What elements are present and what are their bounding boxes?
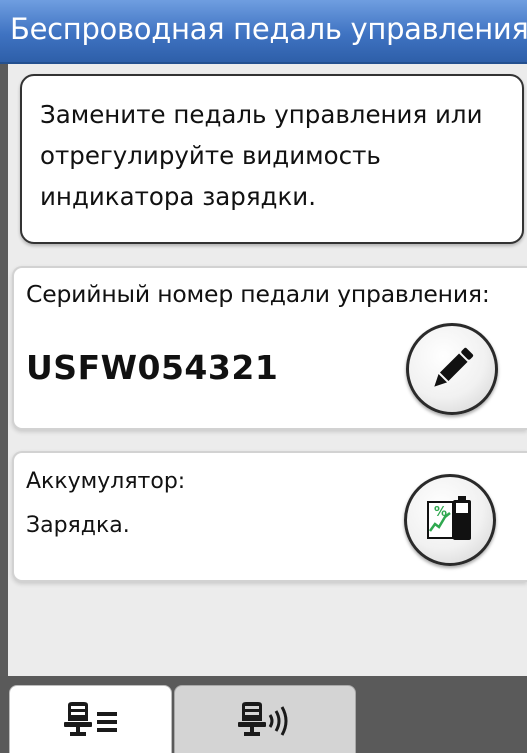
message-card: Замените педаль управления или отрегулир… [20, 74, 524, 244]
percent-sign: % [434, 505, 447, 520]
serial-number-panel: Серийный номер педали управления: USFW05… [12, 266, 527, 430]
pedal-wireless-icon [238, 701, 288, 736]
left-edge-strip [0, 64, 8, 676]
bottom-tab-bar [0, 676, 527, 753]
battery-charging-icon: % [427, 496, 471, 540]
serial-number-value: USFW054321 [26, 348, 279, 387]
pencil-icon [434, 347, 474, 387]
battery-panel: Аккумулятор: Зарядка. % [12, 451, 527, 582]
pedal-settings-icon [63, 701, 117, 736]
page-title: Беспроводная педаль управления [10, 12, 527, 46]
tab-pedal-settings[interactable] [9, 685, 172, 753]
tab-pedal-wireless[interactable] [174, 685, 356, 753]
battery-label: Аккумулятор: [26, 469, 186, 494]
serial-number-label: Серийный номер педали управления: [26, 280, 490, 308]
title-bar: Беспроводная педаль управления [0, 0, 527, 64]
message-text: Замените педаль управления или отрегулир… [40, 100, 483, 211]
battery-status: Зарядка. [26, 513, 130, 538]
battery-indicator-button[interactable]: % [404, 474, 496, 566]
edit-serial-button[interactable] [406, 323, 498, 415]
